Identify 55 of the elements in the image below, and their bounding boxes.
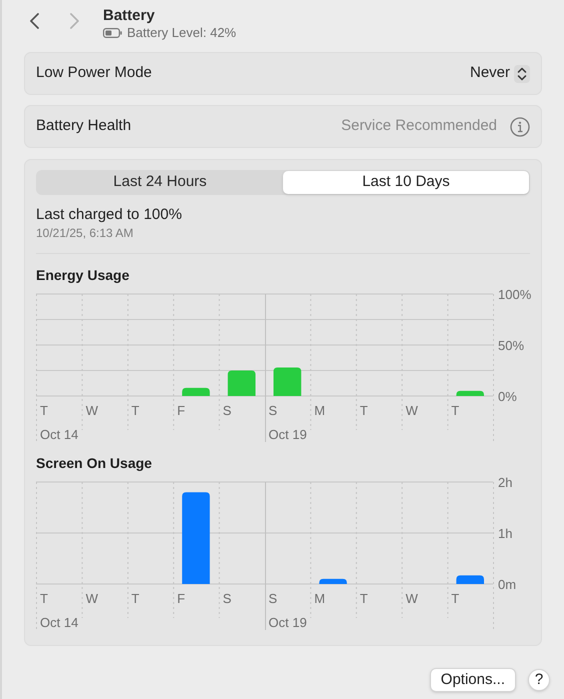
segment-tab[interactable]: Last 10 Days bbox=[283, 171, 529, 194]
bar bbox=[456, 575, 484, 584]
day-label: S bbox=[222, 591, 232, 606]
day-label: S bbox=[268, 403, 278, 418]
health-status: Service Recommended bbox=[341, 116, 497, 136]
day-label: T bbox=[451, 403, 460, 418]
last-charged-text: Last charged to 100% bbox=[36, 205, 183, 225]
day-label: T bbox=[40, 591, 48, 606]
date-label: Oct 14 bbox=[40, 615, 78, 630]
day-label: W bbox=[406, 591, 418, 606]
axis-label: 0% bbox=[498, 389, 517, 404]
popup-button[interactable]: Never bbox=[470, 62, 530, 85]
date-label: Oct 19 bbox=[268, 615, 307, 630]
row-label: Low Power Mode bbox=[36, 63, 152, 84]
date-label: Oct 19 bbox=[268, 427, 307, 442]
bar bbox=[182, 388, 210, 396]
bar bbox=[456, 390, 484, 396]
day-label: W bbox=[406, 403, 418, 418]
chevron-right-icon bbox=[68, 12, 80, 30]
chevron-left-icon bbox=[28, 12, 40, 30]
chart-title: Energy Usage bbox=[36, 266, 130, 284]
up-down-arrows-icon bbox=[514, 64, 530, 82]
day-label: T bbox=[131, 591, 140, 606]
day-label: F bbox=[177, 591, 186, 606]
battery-icon bbox=[103, 28, 122, 38]
options-button[interactable]: Options... bbox=[430, 668, 516, 692]
bar bbox=[319, 578, 347, 584]
axis-label: 2h bbox=[498, 475, 512, 490]
battery-level-text: Battery Level: 42% bbox=[127, 25, 236, 41]
day-label: T bbox=[360, 403, 368, 418]
axis-label: 0m bbox=[498, 577, 516, 592]
day-label: W bbox=[86, 591, 98, 606]
day-label: M bbox=[314, 591, 326, 606]
axis-label: 50% bbox=[498, 338, 524, 353]
day-label: T bbox=[131, 403, 140, 418]
day-label: T bbox=[360, 591, 368, 606]
day-label: F bbox=[177, 403, 186, 418]
day-label: S bbox=[222, 403, 232, 418]
day-label: T bbox=[40, 403, 48, 418]
day-label: S bbox=[268, 591, 278, 606]
day-label: T bbox=[451, 591, 460, 606]
chart-title: Screen On Usage bbox=[36, 454, 153, 472]
day-label: M bbox=[314, 403, 326, 418]
segment-tab[interactable]: Last 24 Hours bbox=[37, 171, 283, 194]
axis-label: 1h bbox=[498, 526, 512, 541]
bar bbox=[228, 370, 256, 396]
bar bbox=[274, 367, 302, 396]
date-label: Oct 14 bbox=[40, 427, 78, 442]
help-button[interactable]: ? bbox=[528, 669, 550, 691]
row-label: Battery Health bbox=[36, 116, 132, 136]
last-charged-time: 10/21/25, 6:13 AM bbox=[36, 225, 134, 241]
day-label: W bbox=[86, 403, 98, 418]
axis-label: 100% bbox=[498, 287, 532, 302]
page-title: Battery bbox=[103, 7, 156, 25]
info-icon[interactable] bbox=[510, 116, 530, 136]
